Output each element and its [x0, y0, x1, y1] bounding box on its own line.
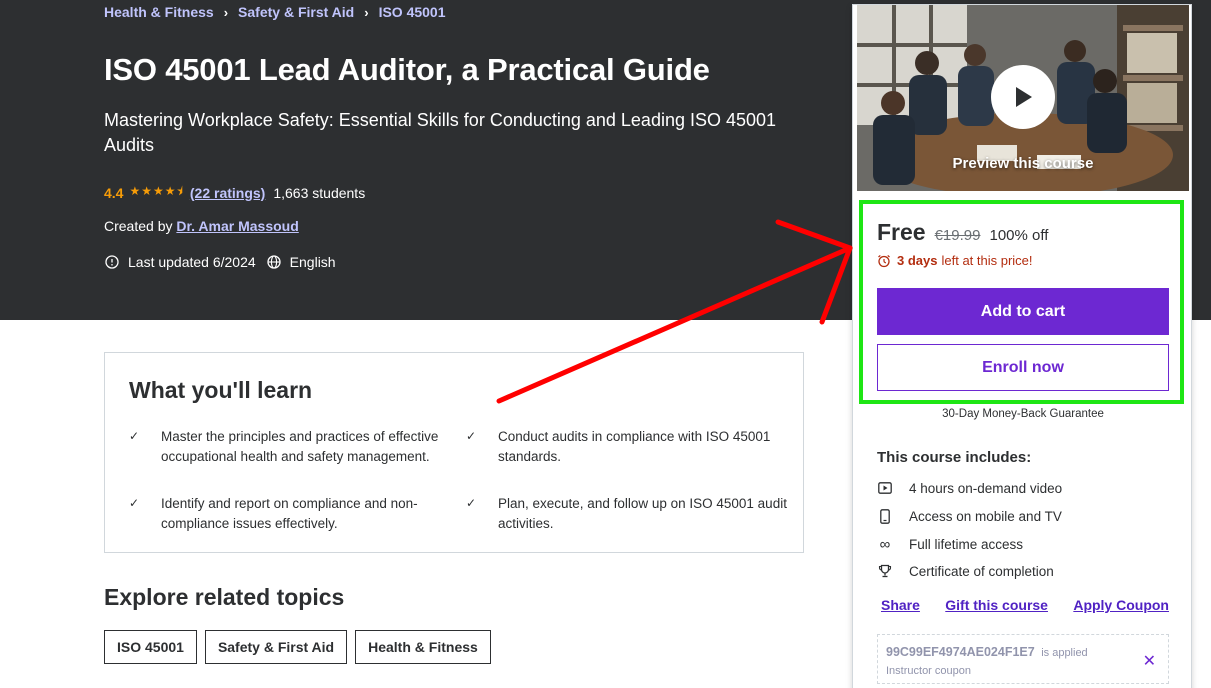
money-back-guarantee: 30-Day Money-Back Guarantee [942, 408, 1104, 420]
course-preview[interactable]: Preview this course [857, 5, 1189, 191]
infinity-icon: ∞ [879, 535, 891, 553]
breadcrumb: Health & Fitness › Safety & First Aid › … [104, 4, 446, 20]
include-item-label: Full lifetime access [909, 536, 1024, 552]
alert-clock-icon [104, 254, 120, 270]
globe-icon [266, 254, 282, 270]
students-count: 1,663 students [273, 184, 366, 201]
course-subtitle: Mastering Workplace Safety: Essential Sk… [104, 110, 777, 155]
topic-iso-45001[interactable]: ISO 45001 [104, 630, 197, 664]
include-item: Access on mobile and TV [877, 508, 1062, 524]
breadcrumb-safety-first-aid[interactable]: Safety & First Aid [238, 4, 354, 20]
include-item: ∞ Full lifetime access [877, 535, 1024, 553]
share-link[interactable]: Share [881, 597, 920, 613]
check-icon: ✓ [466, 429, 477, 443]
coupon-applied-text: is applied [1041, 647, 1088, 659]
learn-item-text: Plan, execute, and follow up on ISO 4500… [498, 496, 787, 531]
rating-row: 4.4 ★★★★⯨ (22 ratings) 1,663 students [104, 182, 365, 203]
created-by: Created by Dr. Amar Massoud [104, 218, 299, 234]
trophy-icon [877, 563, 893, 579]
coupon-code: 99C99EF4974AE024F1E7 [886, 645, 1035, 659]
check-icon: ✓ [129, 496, 140, 510]
topic-safety-first-aid[interactable]: Safety & First Aid [204, 630, 348, 664]
include-item: Certificate of completion [877, 563, 1054, 579]
learn-item: ✓ Plan, execute, and follow up on ISO 45… [466, 494, 788, 533]
course-language: English [289, 254, 336, 270]
breadcrumb-iso-45001[interactable]: ISO 45001 [379, 4, 446, 20]
learn-item-text: Conduct audits in compliance with ISO 45… [498, 429, 771, 464]
apply-coupon-link[interactable]: Apply Coupon [1073, 597, 1169, 613]
include-item: 4 hours on-demand video [877, 480, 1062, 496]
coupon-type: Instructor coupon [886, 665, 971, 677]
check-icon: ✓ [466, 496, 477, 510]
course-title: ISO 45001 Lead Auditor, a Practical Guid… [104, 52, 710, 87]
breadcrumb-health-fitness[interactable]: Health & Fitness [104, 4, 214, 20]
course-meta: Last updated 6/2024 English [104, 254, 336, 270]
gift-course-link[interactable]: Gift this course [945, 597, 1048, 613]
chevron-right-icon: › [364, 4, 369, 20]
chevron-right-icon: › [223, 4, 229, 20]
explore-topics-title: Explore related topics [104, 584, 345, 610]
video-icon [877, 480, 893, 496]
last-updated: Last updated 6/2024 [128, 254, 256, 270]
play-icon [1016, 87, 1032, 107]
related-topics: ISO 45001 Safety & First Aid Health & Fi… [104, 630, 491, 664]
learn-item-text: Identify and report on compliance and no… [161, 496, 418, 531]
author-link[interactable]: Dr. Amar Massoud [176, 218, 298, 234]
created-by-label: Created by [104, 218, 173, 234]
learn-item: ✓ Master the principles and practices of… [129, 427, 451, 466]
ratings-count-link[interactable]: (22 ratings) [190, 185, 265, 201]
includes-title: This course includes: [877, 449, 1032, 466]
include-item-label: 4 hours on-demand video [909, 480, 1063, 496]
applied-coupon: 99C99EF4974AE024F1E7 is applied Instruct… [877, 634, 1169, 684]
highlight-box-annotation [859, 200, 1184, 404]
star-rating-icon: ★★★★⯨ [129, 184, 184, 198]
learn-item: ✓ Identify and report on compliance and … [129, 494, 451, 533]
learn-title: What you'll learn [129, 377, 313, 403]
topic-health-fitness[interactable]: Health & Fitness [355, 630, 491, 664]
check-icon: ✓ [129, 429, 140, 443]
play-button[interactable] [991, 65, 1055, 129]
preview-label: Preview this course [952, 155, 1094, 172]
coupon-code-row: 99C99EF4974AE024F1E7 is applied [886, 645, 1088, 659]
learn-item: ✓ Conduct audits in compliance with ISO … [466, 427, 788, 466]
include-item-label: Certificate of completion [909, 563, 1054, 579]
include-item-label: Access on mobile and TV [909, 508, 1062, 524]
mobile-icon [877, 508, 893, 524]
learn-item-text: Master the principles and practices of e… [161, 429, 439, 464]
what-youll-learn-box: What you'll learn ✓ Master the principle… [104, 352, 804, 553]
sidebar-links: Share Gift this course Apply Coupon [881, 597, 1169, 613]
purchase-sidebar: Preview this course Free €19.99 100% off… [852, 4, 1192, 688]
remove-coupon-close-icon[interactable]: ✕ [1143, 651, 1156, 671]
rating-value: 4.4 [104, 184, 124, 201]
